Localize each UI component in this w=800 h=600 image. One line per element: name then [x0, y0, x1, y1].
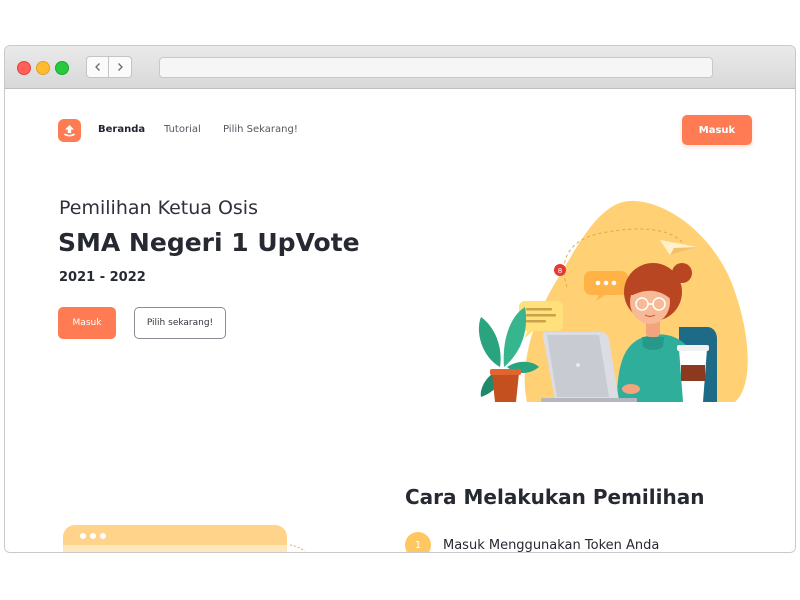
chevron-left-icon: [94, 63, 100, 71]
step-number-badge: 1: [405, 532, 431, 552]
maximize-window-button[interactable]: [55, 61, 69, 75]
hero-subtitle: Pemilihan Ketua Osis: [59, 197, 258, 219]
minimize-window-button[interactable]: [36, 61, 50, 75]
hero-year: 2021 - 2022: [59, 270, 146, 285]
hero-title: SMA Negeri 1 UpVote: [58, 228, 360, 257]
browser-toolbar: [5, 46, 795, 89]
hero-illustration: 8: [478, 200, 748, 402]
close-window-button[interactable]: [17, 61, 31, 75]
mock-window-body: [63, 545, 287, 552]
chevron-right-icon: [118, 63, 123, 71]
back-button[interactable]: [86, 56, 109, 78]
upvote-logo[interactable]: [58, 119, 81, 142]
login-button[interactable]: Masuk: [682, 115, 752, 145]
window-dot: [100, 533, 106, 539]
forward-button[interactable]: [109, 56, 132, 78]
steps-title: Cara Melakukan Pemilihan: [405, 485, 705, 509]
window-dot: [80, 533, 86, 539]
step-label: Masuk Menggunakan Token Anda: [443, 538, 660, 552]
address-bar[interactable]: [159, 57, 713, 78]
dashed-line-decoration: [289, 544, 306, 552]
browser-window: Beranda Tutorial Pilih Sekarang! Masuk P…: [4, 45, 796, 553]
notification-count: 8: [558, 267, 562, 275]
hero-vote-now-button[interactable]: Pilih sekarang!: [134, 307, 226, 339]
window-dot: [90, 533, 96, 539]
nav-link-beranda[interactable]: Beranda: [98, 124, 145, 135]
nav-link-tutorial[interactable]: Tutorial: [164, 124, 201, 135]
nav-link-pilih-sekarang[interactable]: Pilih Sekarang!: [223, 124, 298, 135]
page-content: Beranda Tutorial Pilih Sekarang! Masuk P…: [5, 89, 795, 552]
hero-login-button[interactable]: Masuk: [58, 307, 116, 339]
upvote-arrow-icon: [64, 125, 75, 137]
mock-window-illustration: [63, 525, 287, 552]
